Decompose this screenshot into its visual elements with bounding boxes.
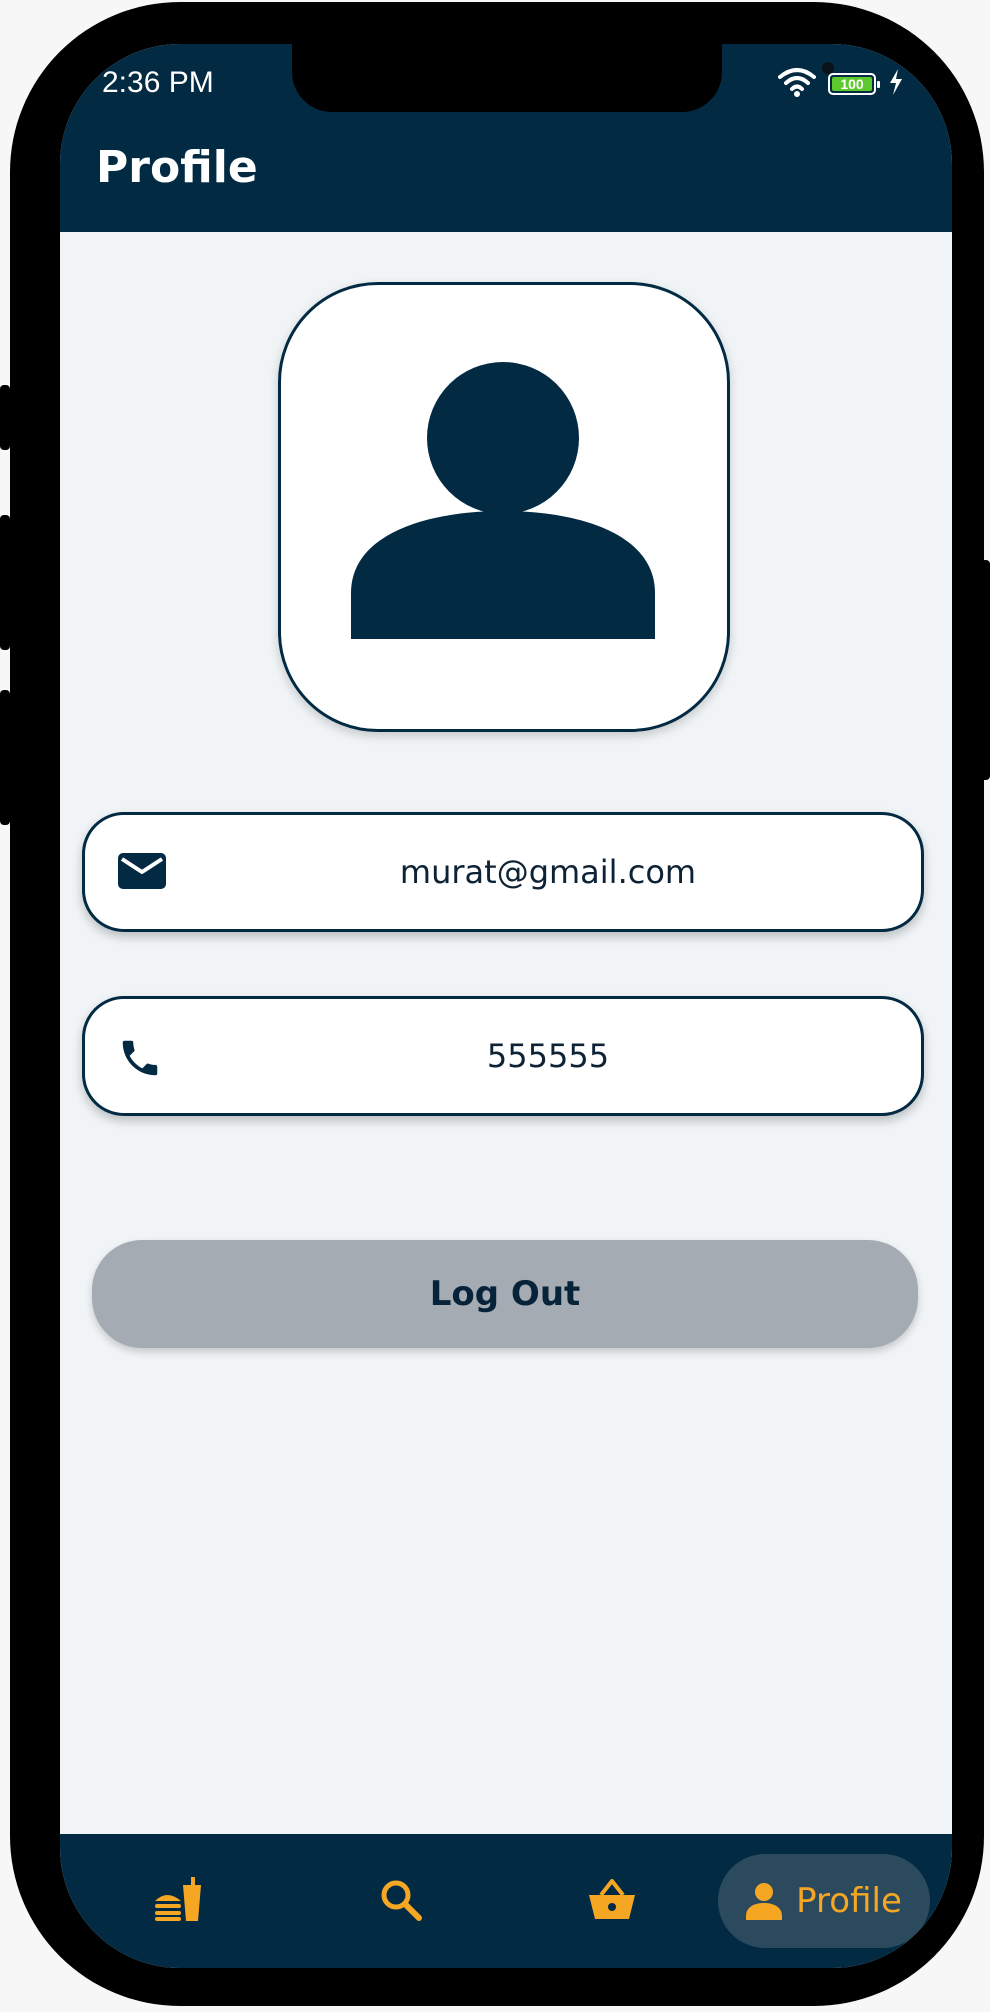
wifi-icon (778, 67, 816, 102)
logout-button[interactable]: Log Out (92, 1240, 918, 1348)
notch (292, 44, 834, 112)
mute-switch (0, 385, 10, 450)
nav-item-search[interactable] (378, 1872, 424, 1928)
person-icon (351, 362, 655, 639)
basket-icon (589, 1879, 635, 1919)
email-field[interactable]: murat@gmail.com (82, 812, 924, 932)
email-value: murat@gmail.com (399, 853, 697, 891)
nav-profile-label: Profile (796, 1881, 902, 1921)
nav-item-food[interactable] (150, 1872, 206, 1928)
volume-up-button (0, 515, 10, 650)
page-title: Profile (96, 142, 258, 193)
volume-down-button (0, 690, 10, 825)
search-icon (381, 1880, 422, 1921)
camera-dot (822, 62, 834, 74)
charging-icon (888, 68, 904, 100)
status-time: 2:36 PM (102, 66, 214, 99)
bottom-nav: Profile (60, 1834, 952, 1968)
power-button (980, 560, 990, 780)
battery-icon: 100 (828, 73, 880, 95)
nav-item-basket[interactable] (586, 1872, 638, 1928)
mail-icon (117, 851, 167, 895)
phone-value: 555555 (486, 1037, 610, 1075)
fastfood-icon (155, 1877, 201, 1921)
phone-field[interactable]: 555555 (82, 996, 924, 1116)
status-icons: 100 (778, 67, 904, 102)
battery-level: 100 (832, 77, 872, 91)
avatar[interactable] (278, 282, 730, 732)
person-icon (746, 1883, 783, 1920)
phone-icon (117, 1035, 167, 1079)
phone-frame: 2:36 PM 100 Profile murat@gmail.com 5555… (10, 2, 984, 2006)
screen: 2:36 PM 100 Profile murat@gmail.com 5555… (60, 44, 952, 1968)
nav-item-profile[interactable]: Profile (718, 1854, 930, 1948)
